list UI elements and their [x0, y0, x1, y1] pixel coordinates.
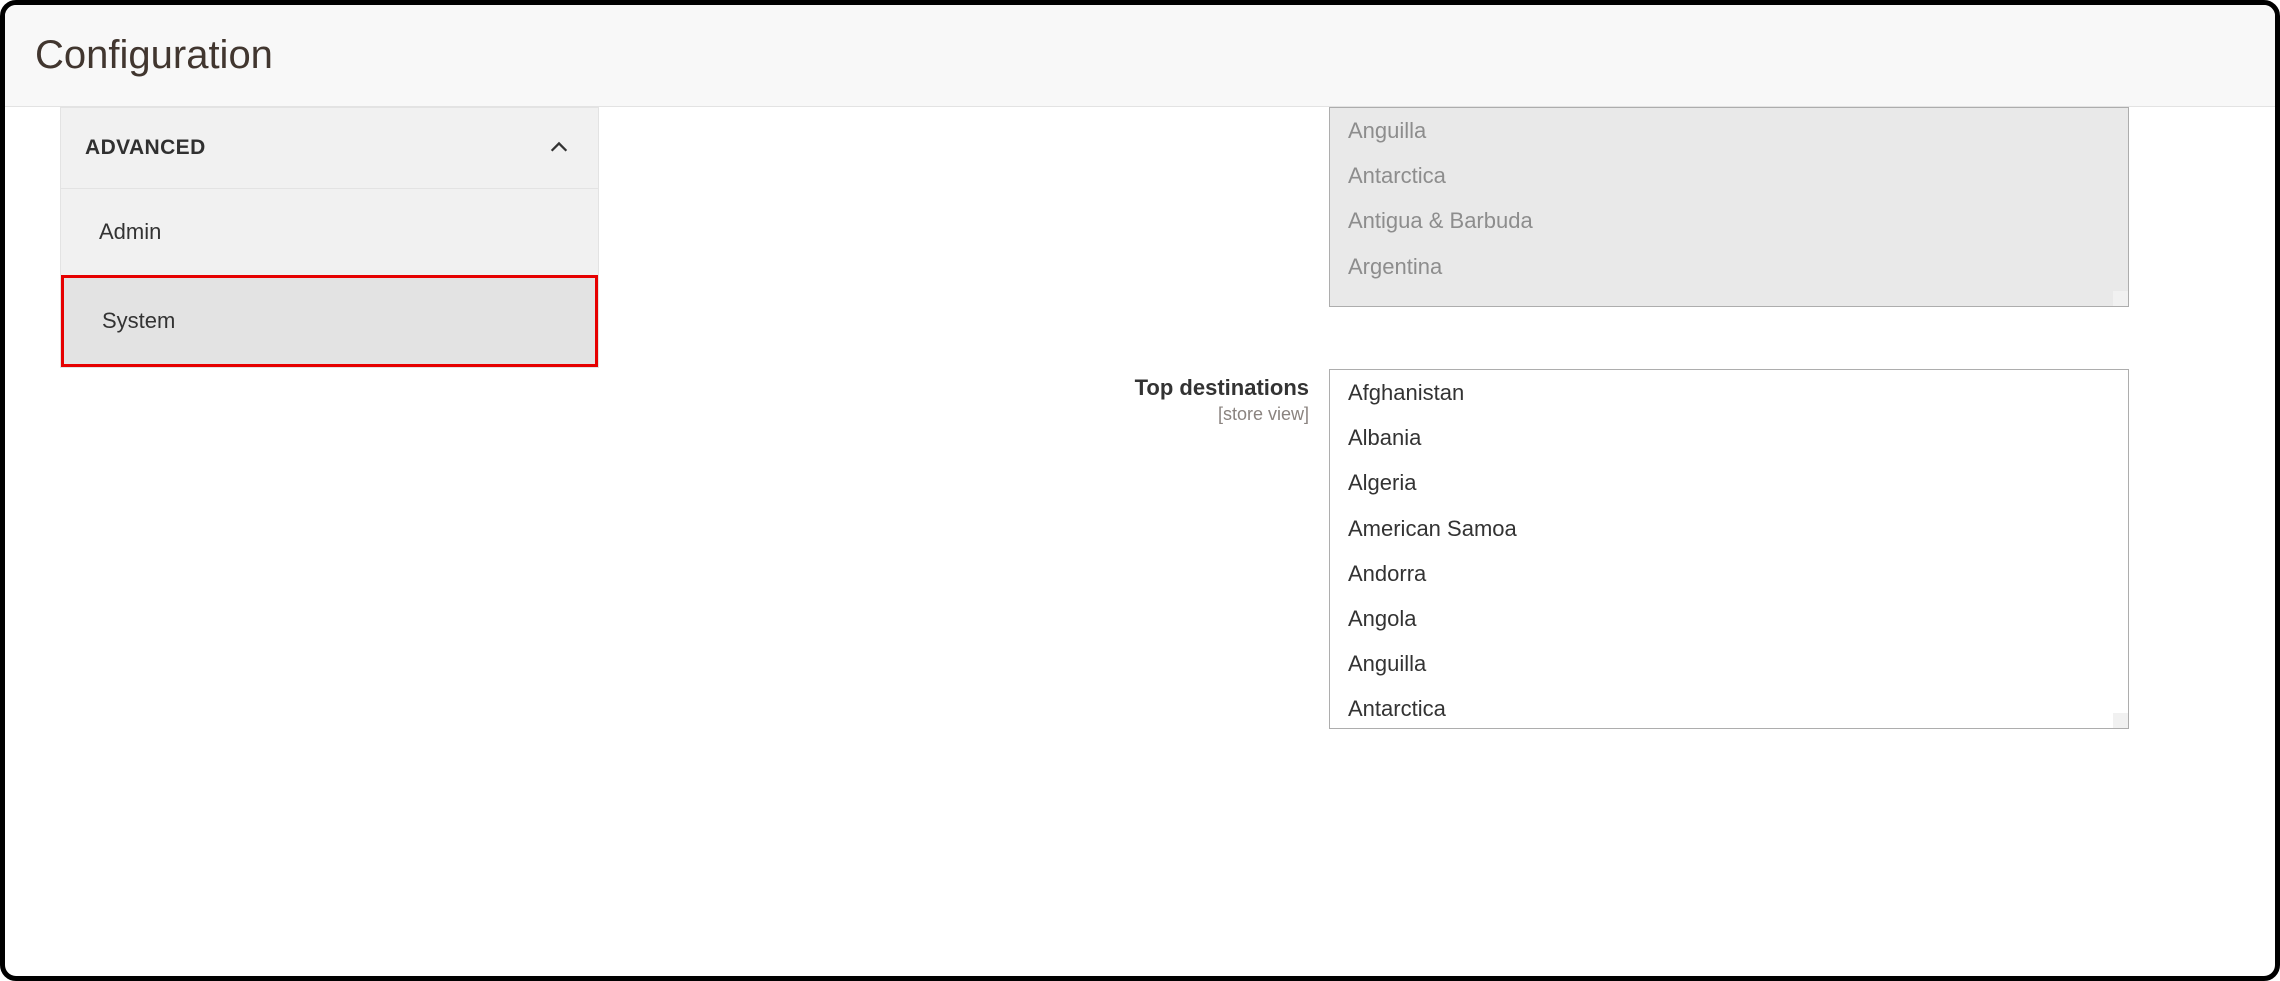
- field-label-col-top-destinations: Top destinations [store view]: [669, 369, 1329, 425]
- page-header: Configuration: [5, 5, 2275, 107]
- field-label-top-destinations: Top destinations: [669, 375, 1309, 401]
- list-option[interactable]: Anguilla: [1330, 641, 2128, 686]
- field-control-col-top-destinations: AfghanistanAlbaniaAlgeriaAmerican SamoaA…: [1329, 369, 2129, 729]
- list-option[interactable]: Angola: [1330, 596, 2128, 641]
- list-option: Argentina: [1330, 244, 2128, 289]
- sidebar-section-label: ADVANCED: [85, 136, 206, 160]
- list-option: Antigua & Barbuda: [1330, 198, 2128, 243]
- app-frame: Configuration ADVANCED Admin System: [0, 0, 2280, 981]
- list-option[interactable]: Andorra: [1330, 551, 2128, 596]
- list-option[interactable]: Antarctica: [1330, 686, 2128, 729]
- list-option[interactable]: Afghanistan: [1330, 370, 2128, 415]
- field-row-top-destinations: Top destinations [store view] Afghanista…: [669, 369, 2275, 729]
- list-option[interactable]: Albania: [1330, 415, 2128, 460]
- list-option[interactable]: Algeria: [1330, 460, 2128, 505]
- highlight-box: System: [61, 275, 598, 367]
- list-option[interactable]: American Samoa: [1330, 506, 2128, 551]
- content-area: ADVANCED Admin System: [5, 107, 2275, 958]
- field-control-col-disabled: AnguillaAntarcticaAntigua & BarbudaArgen…: [1329, 107, 2129, 307]
- list-option: Antarctica: [1330, 153, 2128, 198]
- sidebar-item-label: System: [102, 308, 175, 333]
- sidebar-item-label: Admin: [99, 219, 161, 244]
- config-main: AnguillaAntarcticaAntigua & BarbudaArgen…: [599, 107, 2275, 958]
- sidebar-section-advanced: ADVANCED Admin System: [60, 107, 599, 368]
- disabled-country-listbox: AnguillaAntarcticaAntigua & BarbudaArgen…: [1329, 107, 2129, 307]
- list-option: Anguilla: [1330, 108, 2128, 153]
- field-scope-top-destinations: [store view]: [669, 404, 1309, 425]
- chevron-up-icon: [548, 137, 570, 159]
- sidebar-section-head-advanced[interactable]: ADVANCED: [61, 108, 598, 189]
- sidebar-item-admin[interactable]: Admin: [61, 189, 598, 275]
- sidebar-item-system[interactable]: System: [64, 278, 595, 364]
- top-destinations-listbox[interactable]: AfghanistanAlbaniaAlgeriaAmerican SamoaA…: [1329, 369, 2129, 729]
- field-row-disabled-list: AnguillaAntarcticaAntigua & BarbudaArgen…: [669, 107, 2275, 307]
- page-title: Configuration: [35, 33, 2275, 78]
- field-label-col-empty: [669, 107, 1329, 113]
- config-sidebar: ADVANCED Admin System: [5, 107, 599, 958]
